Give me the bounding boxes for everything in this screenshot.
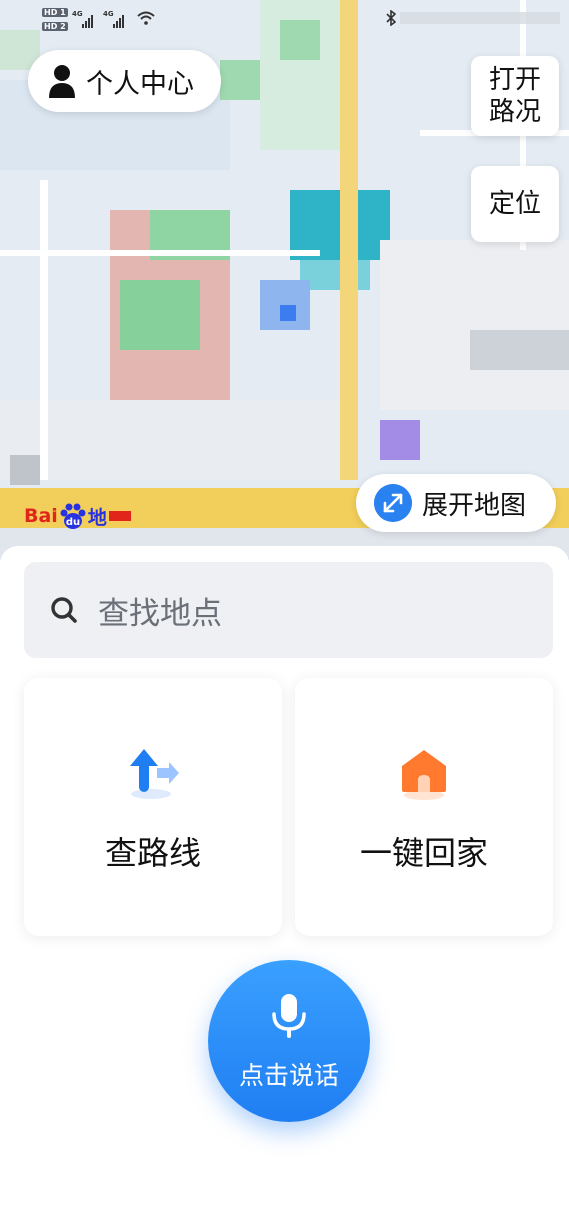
route-card-button[interactable]: 查路线 [24,678,282,936]
map-block [380,240,569,410]
screen: HD 1 HD 2 4G 4G 个人中心 打开 路况 定位 Bai du 地 展… [0,0,569,1216]
person-icon [49,65,75,98]
expand-map-label: 展开地图 [422,490,527,521]
paw-logo-icon: du [60,503,86,529]
map-road [0,250,320,256]
expand-map-button[interactable]: 展开地图 [356,474,556,532]
locate-label: 定位 [488,189,541,219]
search-icon [51,597,77,623]
sim1-hd-badge: HD 1 [42,8,68,17]
personal-center-button[interactable]: 个人中心 [28,50,221,112]
baidu-map-logo: Bai du 地 [24,502,131,530]
logo-tail [108,511,131,521]
map-block [470,330,569,370]
status-right-icons [400,12,560,24]
personal-center-label: 个人中心 [86,68,194,100]
map-road [340,0,358,480]
search-input[interactable]: 查找地点 [24,562,553,658]
map-block [300,260,370,290]
voice-search-button[interactable]: 点击说话 [208,960,370,1122]
expand-arrows-icon [374,484,412,522]
map-poi [380,420,420,460]
traffic-toggle-button[interactable]: 打开 路况 [471,56,559,136]
bluetooth-icon [386,10,396,26]
sim2-hd-badge: HD 2 [42,22,68,31]
map-block [220,60,260,100]
home-card-label: 一键回家 [359,834,488,872]
sim2-signal-icon [113,14,124,28]
logo-bai: Bai [24,505,58,527]
route-card-label: 查路线 [104,834,201,872]
route-arrow-icon [130,749,179,799]
logo-cn: 地 [87,506,107,529]
bottom-panel: 查找地点 查路线 一键回家 点击说话 [0,546,569,1216]
home-card-button[interactable]: 一键回家 [295,678,553,936]
home-icon [402,750,446,800]
map-block [0,400,350,480]
logo-du: du [66,517,80,528]
locate-button[interactable]: 定位 [471,166,559,242]
voice-search-label: 点击说话 [238,1061,339,1090]
sim1-signal-icon [82,14,93,28]
status-bar: HD 1 HD 2 4G 4G [0,0,569,36]
map-poi [280,305,296,321]
traffic-label-line2: 路况 [488,97,541,127]
map-block [120,280,200,350]
microphone-icon [272,994,306,1038]
search-placeholder: 查找地点 [98,595,222,632]
map-block [10,455,40,485]
traffic-label-line1: 打开 [488,65,541,95]
map-road [40,180,48,480]
wifi-icon [137,11,155,25]
